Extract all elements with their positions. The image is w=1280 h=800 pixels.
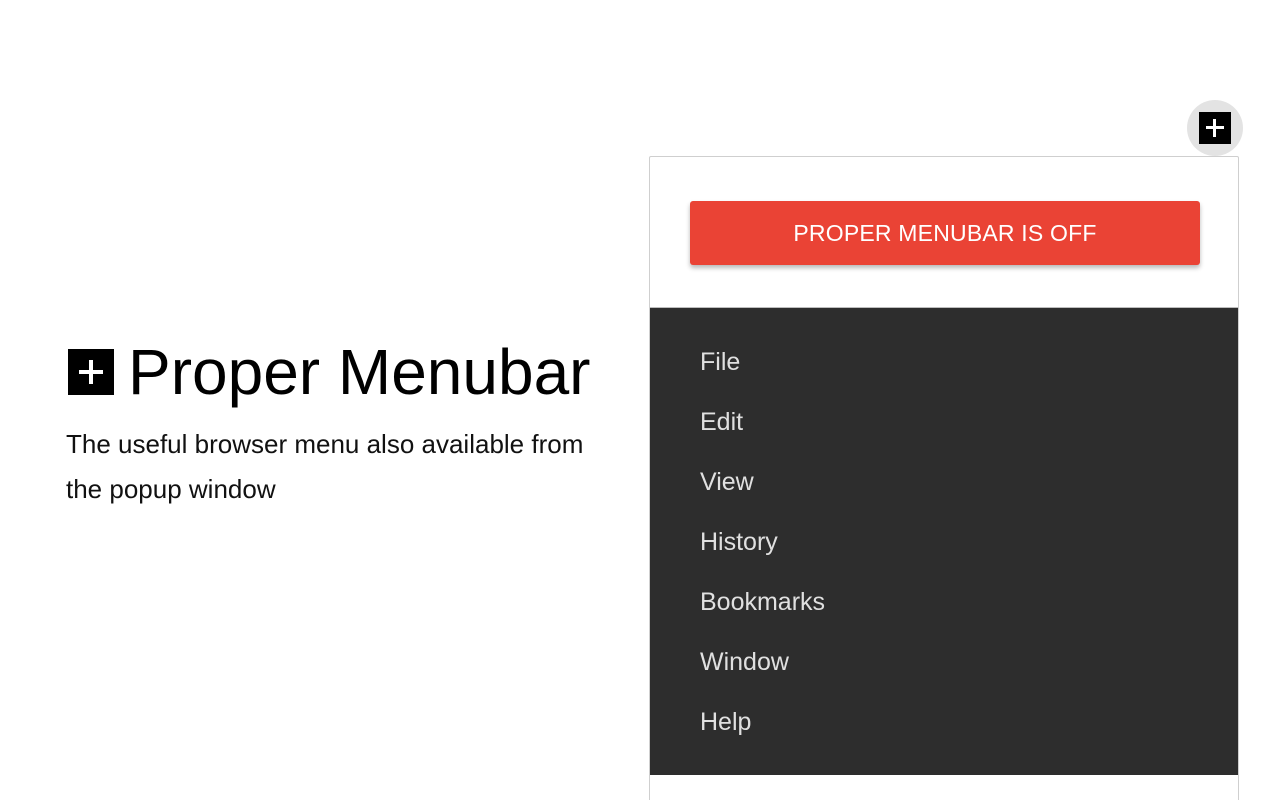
hero-subtitle: The useful browser menu also available f… <box>66 429 584 504</box>
menu-item-bookmarks[interactable]: Bookmarks <box>650 572 1238 632</box>
menu-list: File Edit View History Bookmarks Window … <box>650 332 1238 752</box>
extension-popup: PROPER MENUBAR IS OFF File Edit View His… <box>649 156 1239 800</box>
menu-item-edit[interactable]: Edit <box>650 392 1238 452</box>
extension-toolbar-button[interactable] <box>1187 100 1243 156</box>
hero-section: Proper Menubar The useful browser menu a… <box>66 336 606 512</box>
hero-title: Proper Menubar <box>128 336 591 408</box>
menubar-toggle-button[interactable]: PROPER MENUBAR IS OFF <box>690 201 1200 265</box>
hero-title-row: Proper Menubar <box>66 336 606 408</box>
menu-item-file[interactable]: File <box>650 332 1238 392</box>
menu-item-window[interactable]: Window <box>650 632 1238 692</box>
menu-item-history[interactable]: History <box>650 512 1238 572</box>
menu-panel: File Edit View History Bookmarks Window … <box>650 308 1238 775</box>
plus-square-icon <box>1199 112 1231 144</box>
page: Proper Menubar The useful browser menu a… <box>0 0 1280 800</box>
plus-logo-icon <box>68 349 114 395</box>
popup-header: PROPER MENUBAR IS OFF <box>650 157 1238 308</box>
menu-item-view[interactable]: View <box>650 452 1238 512</box>
menu-item-help[interactable]: Help <box>650 692 1238 752</box>
